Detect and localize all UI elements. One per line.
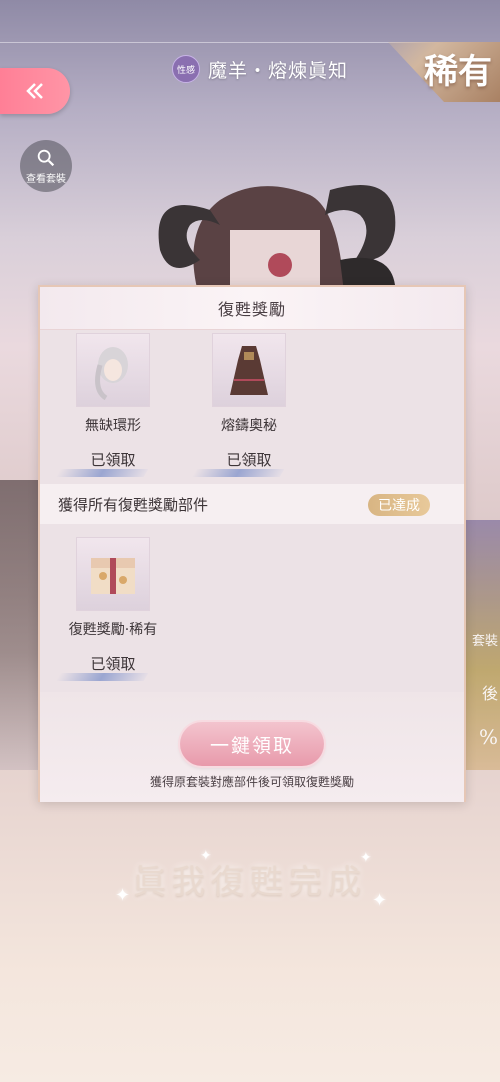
reward-thumbnail [76, 333, 150, 407]
style-tag: 性感 [171, 55, 200, 83]
reward-item[interactable]: 復甦獎勵·稀有 已領取 [55, 537, 158, 681]
panel-header: 復甦獎勵 [40, 287, 464, 330]
outfit-preview-image [140, 170, 400, 300]
reward-item[interactable]: 熔鑄奧秘 已領取 [191, 333, 294, 477]
left-background-decoration [0, 480, 42, 770]
gift-box-icon [91, 558, 135, 594]
claimed-status: 已領取 [191, 449, 294, 477]
dress-icon [230, 346, 268, 395]
back-button[interactable] [0, 68, 70, 114]
revival-reward-panel: 復甦獎勵 無缺環形 已領取 熔鑄奧秘 已領取 獲得所有復甦獎勵部件 已達成 復甦… [38, 285, 466, 802]
reward-name: 熔鑄奧秘 [221, 418, 277, 434]
claimed-underline [55, 673, 149, 681]
right-background-decoration: 套裝 後 % [462, 520, 500, 770]
view-outfit-label: 查看套裝 [26, 174, 66, 185]
right-deco-text: 套裝 [471, 634, 498, 649]
right-deco-text: % [478, 725, 498, 749]
claim-all-button[interactable]: 一鍵領取 [180, 722, 324, 766]
full-set-section-header: 獲得所有復甦獎勵部件 已達成 [40, 484, 464, 524]
hairstyle-icon [95, 347, 128, 400]
reward-name: 復甦獎勵·稀有 [68, 622, 158, 638]
claimed-label: 已領取 [90, 451, 136, 469]
reward-name: 無缺環形 [85, 418, 141, 434]
claimed-status: 已領取 [55, 449, 158, 477]
achieved-badge: 已達成 [368, 494, 430, 516]
double-chevron-left-icon [26, 83, 43, 99]
section-title: 獲得所有復甦獎勵部件 [58, 495, 209, 514]
reward-thumbnail [76, 537, 150, 611]
outfit-title: 魔羊・熔煉眞知 [207, 59, 348, 82]
search-icon [37, 149, 55, 167]
reward-thumbnail [212, 333, 286, 407]
claim-hint-text: 獲得原套裝對應部件後可領取復甦獎勵 [149, 775, 354, 789]
claimed-label: 已領取 [226, 451, 272, 469]
claimed-label: 已領取 [90, 655, 136, 673]
claimed-status: 已領取 [55, 653, 158, 681]
reward-item[interactable]: 無缺環形 已領取 [55, 333, 158, 477]
claimed-underline [55, 469, 149, 477]
view-outfit-button[interactable]: 查看套裝 [20, 140, 72, 192]
panel-title: 復甦獎勵 [217, 300, 286, 319]
claimed-underline [191, 469, 285, 477]
header-title-bar: 性感 魔羊・熔煉眞知 [150, 52, 370, 86]
right-deco-text: 後 [481, 684, 498, 703]
revival-complete-text: 眞我復甦完成 [133, 862, 367, 901]
rarity-label: 稀有 [424, 52, 492, 92]
